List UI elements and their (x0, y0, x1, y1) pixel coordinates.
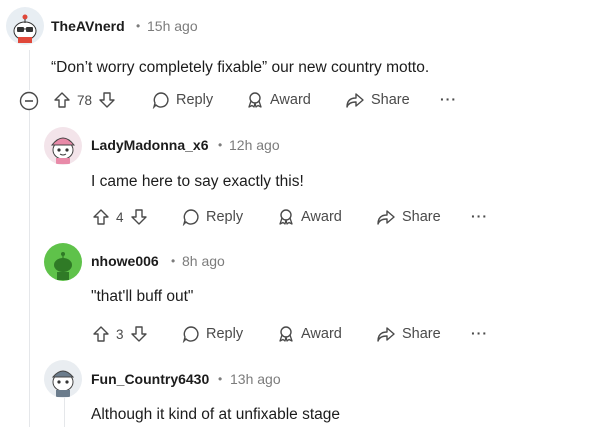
vote-controls: 78 (53, 91, 116, 109)
share-label: Share (402, 326, 441, 342)
reply-label: Reply (176, 92, 214, 108)
comment-text: "that'll buff out" (91, 288, 194, 305)
vote-controls: 4 (92, 208, 148, 226)
username[interactable]: TheAVnerd (51, 18, 125, 34)
award-label: Award (270, 92, 311, 108)
thread-line-root (29, 50, 30, 90)
share-label: Share (402, 209, 441, 225)
upvote-icon[interactable] (92, 325, 110, 343)
more-options-button[interactable]: ··· (471, 325, 488, 341)
comment-bubble-icon (182, 326, 199, 343)
share-arrow-icon (377, 210, 395, 225)
award-label: Award (301, 326, 342, 342)
thread-line-child-3 (64, 395, 65, 427)
snoo-avatar-helmet-icon (51, 370, 75, 397)
award-icon (248, 92, 262, 108)
timestamp[interactable]: 8h ago (182, 253, 225, 269)
avatar[interactable] (44, 243, 82, 281)
reply-label: Reply (206, 209, 244, 225)
vote-controls: 3 (92, 325, 148, 343)
share-arrow-icon (346, 93, 364, 108)
timestamp[interactable]: 15h ago (147, 18, 198, 34)
downvote-icon[interactable] (130, 325, 148, 343)
award-button[interactable]: Award (277, 325, 342, 343)
share-label: Share (371, 92, 410, 108)
award-label: Award (301, 209, 342, 225)
downvote-icon[interactable] (98, 91, 116, 109)
reply-button[interactable]: Reply (182, 208, 243, 226)
upvote-icon[interactable] (53, 91, 71, 109)
reply-button[interactable]: Reply (182, 325, 243, 343)
avatar[interactable] (44, 127, 82, 165)
share-arrow-icon (377, 327, 395, 342)
vote-count: 3 (116, 326, 124, 342)
snoo-avatar-green-icon (54, 252, 72, 280)
comment-text: I came here to say exactly this! (91, 173, 304, 190)
award-icon (279, 209, 293, 225)
timestamp[interactable]: 13h ago (230, 371, 281, 387)
more-options-button[interactable]: ··· (471, 208, 488, 224)
vote-count: 78 (77, 92, 93, 108)
timestamp[interactable]: 12h ago (229, 137, 280, 153)
award-button[interactable]: Award (277, 208, 342, 226)
vote-count: 4 (116, 209, 124, 225)
comment-bubble-icon (152, 92, 169, 109)
share-button[interactable]: Share (376, 325, 441, 343)
upvote-icon[interactable] (92, 208, 110, 226)
username[interactable]: LadyMadonna_x6 (91, 137, 208, 153)
separator-dot: • (136, 19, 141, 33)
collapse-thread-button[interactable] (19, 91, 39, 111)
snoo-avatar-glasses-icon (13, 14, 37, 43)
avatar[interactable] (44, 360, 82, 398)
share-button[interactable]: Share (345, 91, 410, 109)
username[interactable]: Fun_Country6430 (91, 371, 209, 387)
minus-circle-icon (19, 91, 39, 111)
username[interactable]: nhowe006 (91, 253, 159, 269)
comment-text: Although it kind of at unfixable stage (91, 406, 341, 423)
separator-dot: • (218, 138, 223, 152)
award-button[interactable]: Award (246, 91, 311, 109)
more-options-button[interactable]: ··· (440, 91, 457, 107)
comment-bubble-icon (182, 209, 199, 226)
downvote-icon[interactable] (130, 208, 148, 226)
thread-line-root-lower (29, 110, 30, 427)
separator-dot: • (218, 372, 223, 386)
avatar[interactable] (6, 7, 44, 45)
comment-text: “Don’t worry completely fixable” our new… (51, 59, 430, 76)
snoo-avatar-pink-hat-icon (50, 137, 76, 164)
reply-button[interactable]: Reply (152, 91, 213, 109)
separator-dot: • (171, 254, 176, 268)
share-button[interactable]: Share (376, 208, 441, 226)
award-icon (279, 326, 293, 342)
reply-label: Reply (206, 326, 244, 342)
